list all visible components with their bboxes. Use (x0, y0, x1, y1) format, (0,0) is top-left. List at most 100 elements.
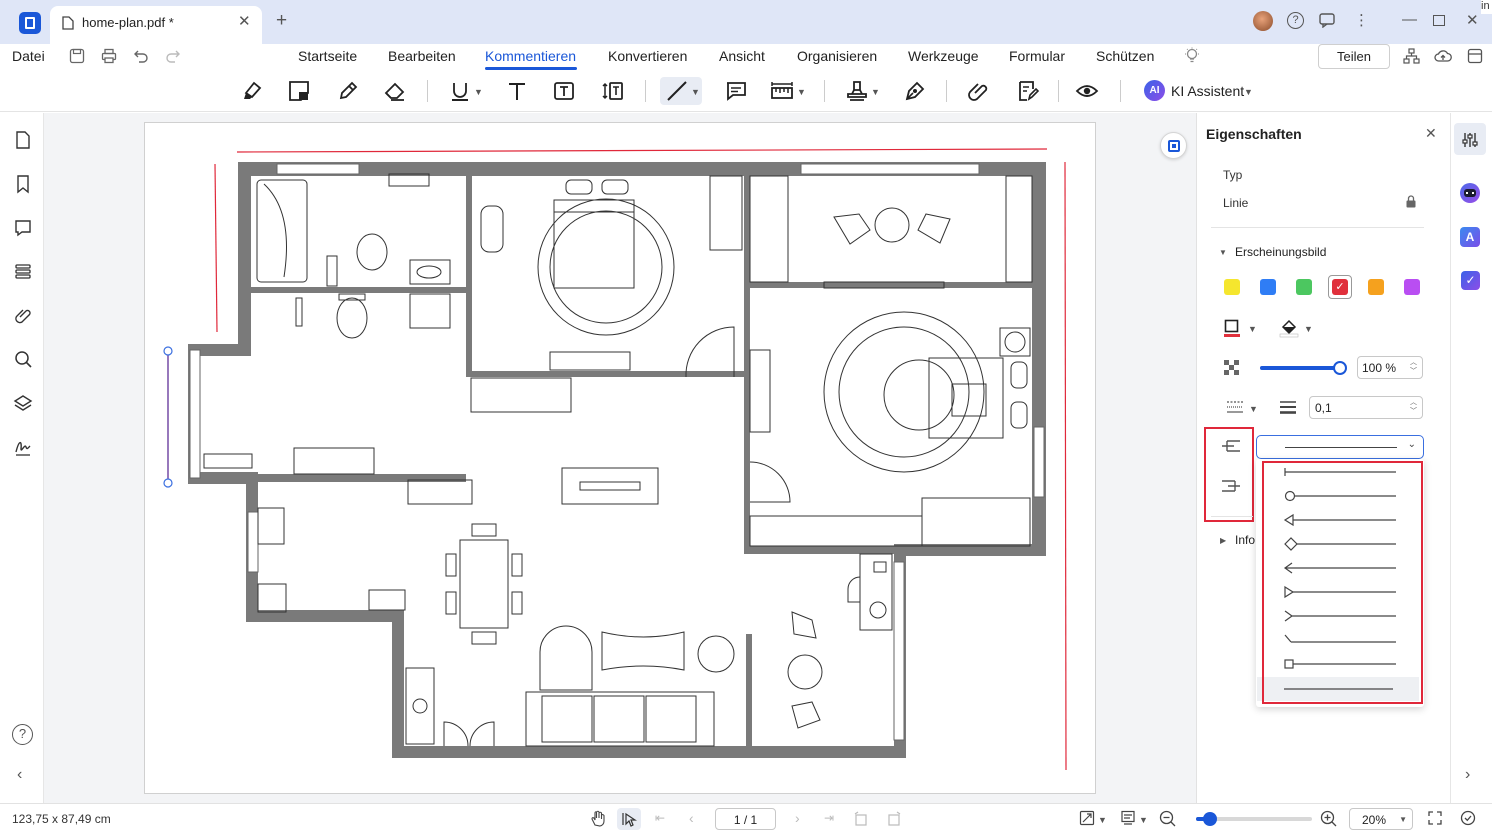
prev-page-icon[interactable]: ‹ (689, 810, 694, 826)
menu-organisieren[interactable]: Organisieren (797, 48, 877, 64)
highlighter-icon[interactable] (240, 79, 264, 103)
menu-formular[interactable]: Formular (1009, 48, 1065, 64)
new-tab-icon[interactable]: + (276, 10, 287, 32)
pen-signature-icon[interactable] (903, 79, 927, 103)
expand-right-icon[interactable]: › (1465, 766, 1470, 784)
opacity-slider-thumb[interactable] (1333, 361, 1347, 375)
fill-color-icon[interactable] (1279, 318, 1299, 338)
cloud-upload-icon[interactable] (1434, 48, 1452, 64)
ai-robot-icon[interactable] (1460, 183, 1480, 203)
underline-icon[interactable] (448, 79, 472, 103)
eye-icon[interactable] (1075, 79, 1099, 103)
stamp-icon[interactable] (845, 79, 869, 103)
line-width-stepper-icon[interactable]: ︿ ﹀ (1410, 398, 1417, 416)
ai-dropdown-icon[interactable]: ▼ (1244, 87, 1253, 97)
more-menu-icon[interactable]: ⋮ (1354, 11, 1369, 29)
attachment-icon[interactable] (13, 305, 33, 325)
undo-icon[interactable] (133, 48, 149, 64)
line-style-dropdown-icon[interactable]: ▼ (1249, 404, 1258, 414)
menu-ansicht[interactable]: Ansicht (719, 48, 765, 64)
menu-konvertieren[interactable]: Konvertieren (608, 48, 687, 64)
zoom-select[interactable]: 20% ▼ (1349, 808, 1413, 830)
page-fit-button[interactable] (1160, 132, 1187, 159)
line-style-icon[interactable] (1226, 400, 1244, 414)
attachment-tool-icon[interactable] (967, 79, 991, 103)
signature-icon[interactable] (13, 437, 33, 457)
color-swatch-orange[interactable] (1368, 279, 1384, 295)
line-end-select[interactable]: ⌄ (1256, 435, 1424, 459)
tab-close-icon[interactable]: ✕ (238, 12, 251, 30)
opacity-slider-track[interactable] (1260, 361, 1347, 375)
share-button[interactable]: Teilen (1318, 44, 1390, 69)
zoom-slider-track[interactable] (1196, 812, 1312, 826)
comment-box-icon[interactable] (724, 79, 748, 103)
line-width-input[interactable]: 0,1 ︿ ﹀ (1309, 396, 1423, 419)
last-page-icon[interactable]: ⇥ (824, 811, 834, 825)
opacity-input[interactable]: 100 % ︿ ﹀ (1357, 356, 1423, 379)
menu-werkzeuge[interactable]: Werkzeuge (908, 48, 979, 64)
next-page-icon[interactable]: › (795, 810, 800, 826)
close-window-icon[interactable]: ✕ (1466, 11, 1479, 29)
page-layout-icon[interactable] (1120, 810, 1136, 826)
zoom-in-icon[interactable] (1320, 810, 1337, 827)
menu-file[interactable]: Datei (12, 48, 45, 64)
color-swatch-blue[interactable] (1260, 279, 1276, 295)
line-start-style-icon[interactable] (1220, 437, 1242, 455)
search-icon[interactable] (13, 349, 33, 369)
underline-dropdown-icon[interactable]: ▼ (474, 87, 483, 97)
print-icon[interactable] (101, 48, 117, 64)
check-circle-icon[interactable] (1460, 810, 1476, 826)
line-tool-icon[interactable] (665, 79, 689, 103)
zoom-out-icon[interactable] (1159, 810, 1176, 827)
ai-assistant-badge[interactable]: AI (1144, 80, 1165, 101)
page-layout-dropdown-icon[interactable]: ▼ (1139, 815, 1148, 825)
rotate-right-icon[interactable] (886, 811, 902, 827)
pencil-icon[interactable] (336, 79, 360, 103)
comment-icon[interactable] (13, 218, 33, 238)
collapse-appearance-icon[interactable]: ▼ (1219, 248, 1227, 257)
color-swatch-yellow[interactable] (1224, 279, 1240, 295)
first-page-icon[interactable]: ⇤ (655, 811, 665, 825)
eraser-icon[interactable] (383, 79, 407, 103)
help-circle-icon[interactable]: ? (12, 724, 33, 745)
translate-icon[interactable]: A (1460, 227, 1480, 247)
collapse-sidebar-icon[interactable]: ‹ (17, 766, 22, 784)
select-cursor-icon[interactable] (621, 811, 637, 827)
lock-icon[interactable] (1405, 195, 1417, 208)
measure-dropdown-icon[interactable]: ▼ (797, 87, 806, 97)
textbox-icon[interactable] (552, 79, 576, 103)
opacity-stepper-icon[interactable]: ︿ ﹀ (1410, 358, 1417, 376)
color-swatch-green[interactable] (1296, 279, 1312, 295)
sticky-note-icon[interactable] (287, 79, 311, 103)
fit-page-dropdown-icon[interactable]: ▼ (1098, 815, 1107, 825)
list-icon[interactable] (13, 261, 33, 281)
lightbulb-icon[interactable] (1184, 47, 1200, 65)
panel-close-icon[interactable]: ✕ (1425, 125, 1437, 142)
maximize-icon[interactable] (1433, 15, 1445, 26)
sliders-icon[interactable] (1461, 131, 1479, 149)
color-swatch-red[interactable]: ✓ (1332, 279, 1348, 295)
minimize-icon[interactable]: — (1402, 11, 1417, 28)
zoom-slider-thumb[interactable] (1203, 812, 1217, 826)
menu-schuetzen[interactable]: Schützen (1096, 48, 1154, 64)
user-avatar[interactable] (1253, 11, 1273, 31)
ai-assistant-label[interactable]: KI Assistent (1171, 83, 1244, 99)
page-number-input[interactable]: 1 / 1 (715, 808, 776, 830)
measure-icon[interactable] (770, 79, 794, 103)
page-icon[interactable] (13, 130, 33, 150)
layers-icon[interactable] (13, 393, 33, 413)
feedback-icon[interactable] (1319, 12, 1335, 28)
save-icon[interactable] (69, 48, 85, 64)
expand-info-icon[interactable]: ▶ (1220, 536, 1226, 545)
fit-page-icon[interactable] (1079, 810, 1095, 826)
hand-tool-icon[interactable] (590, 810, 606, 827)
form-note-icon[interactable] (1016, 79, 1040, 103)
expand-panel-icon[interactable] (1467, 48, 1483, 64)
task-check-icon[interactable]: ✓ (1461, 271, 1480, 290)
menu-kommentieren[interactable]: Kommentieren (485, 48, 576, 64)
color-swatch-purple[interactable] (1404, 279, 1420, 295)
bookmark-icon[interactable] (13, 174, 33, 194)
stroke-color-icon[interactable] (1223, 318, 1241, 338)
fill-color-dropdown-icon[interactable]: ▼ (1304, 324, 1313, 334)
rotate-left-icon[interactable] (853, 811, 869, 827)
